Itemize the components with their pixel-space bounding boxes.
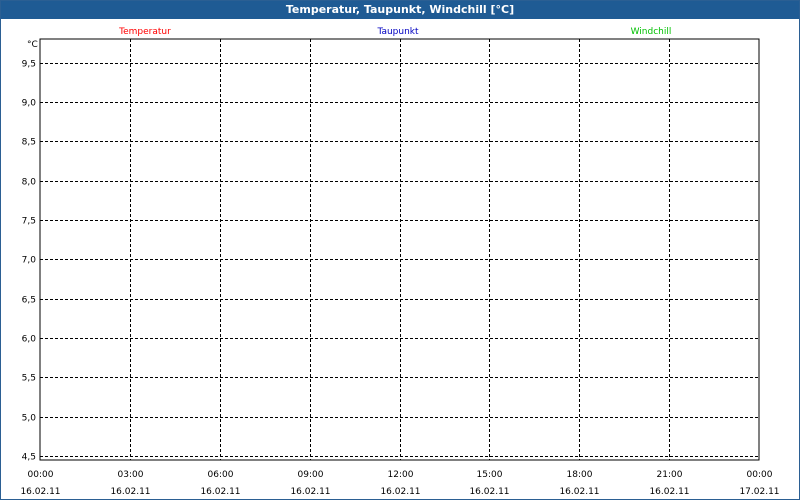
y-tick-label: 7,5 [22,217,36,227]
x-tick-time-label: 00:00 [28,470,54,480]
x-tick-date-label: 16.02.11 [20,487,60,497]
line-chart: °C 9,5 9,0 8,5 8,0 7,5 7,0 6,5 6,0 5,5 5,0 4,5 00:0… [20,27,779,497]
legend-entry: Taupunkt [376,27,419,37]
y-axis-unit-label: °C [27,40,38,50]
y-tick-label: 9,5 [22,60,36,70]
x-tick-date-label: 16.02.11 [110,487,150,497]
x-tick-time-label: 12:00 [388,470,414,480]
y-tick-label: 6,5 [22,296,36,306]
y-tick-label: 5,0 [22,414,37,424]
legend-entry: Temperatur [118,27,171,37]
y-tick-label: 5,5 [22,374,36,384]
legend-entry: Windchill [631,27,672,37]
x-tick-time-label: 00:00 [747,470,773,480]
y-tick-label: 6,0 [22,335,37,345]
window-title: Temperatur, Taupunkt, Windchill [°C] [1,1,799,19]
y-tick-label: 4,5 [22,453,36,463]
x-tick-date-label: 16.02.11 [469,487,509,497]
y-tick-label: 7,0 [22,256,37,266]
chart-window: Temperatur, Taupunkt, Windchill [°C] °C … [0,0,800,500]
x-tick-date-label: 16.02.11 [649,487,689,497]
x-tick-date-label: 17.02.11 [739,487,779,497]
x-tick-time-label: 06:00 [208,470,234,480]
x-tick-time-label: 09:00 [298,470,324,480]
x-tick-date-label: 16.02.11 [290,487,330,497]
x-tick-date-label: 16.02.11 [559,487,599,497]
x-tick-time-label: 03:00 [118,470,144,480]
x-tick-time-label: 18:00 [567,470,593,480]
y-tick-label: 8,5 [22,138,36,148]
x-tick-date-label: 16.02.11 [200,487,240,497]
y-tick-label: 8,0 [22,178,37,188]
x-tick-time-label: 15:00 [477,470,503,480]
x-tick-time-label: 21:00 [657,470,683,480]
y-tick-label: 9,0 [22,99,37,109]
x-tick-date-label: 16.02.11 [380,487,420,497]
